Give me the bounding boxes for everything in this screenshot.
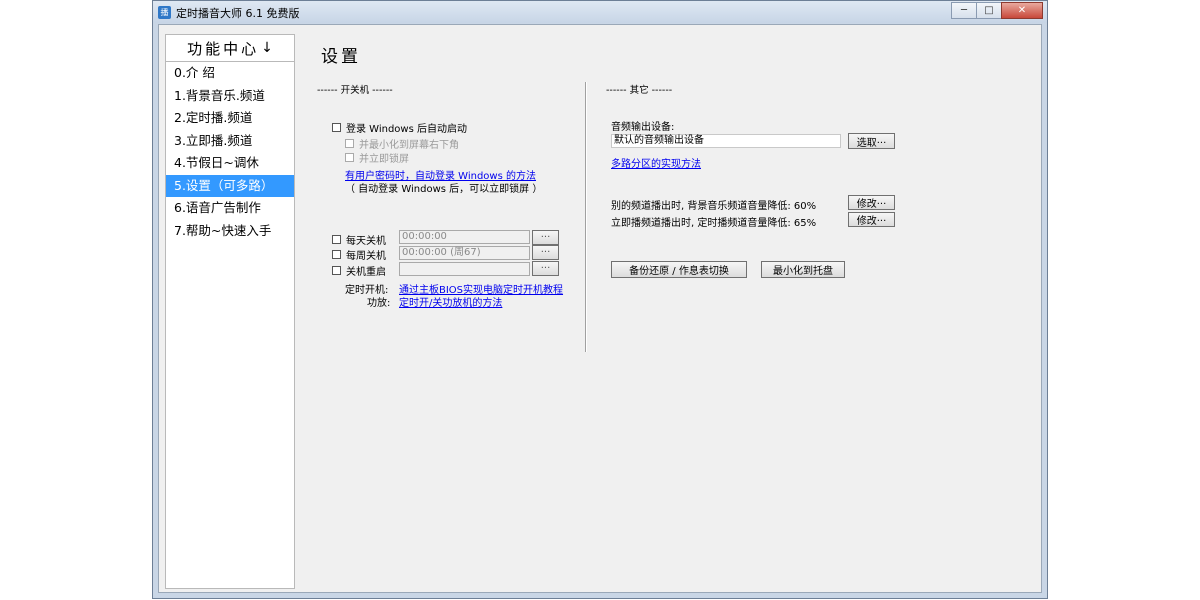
restart-time-field[interactable] xyxy=(399,262,530,276)
sidebar-item-settings[interactable]: 5.设置（可多路） xyxy=(166,174,294,197)
restart-checkbox[interactable]: 关机重启 xyxy=(332,263,386,278)
client-area: 功能中心 ↓ 0.介 绍 1.背景音乐.频道 2.定时播.频道 3.立即播.频道… xyxy=(158,24,1042,593)
title-bar[interactable]: 播 定时播音大师 6.1 免费版 ─ □ ✕ xyxy=(153,1,1047,23)
sidebar-item-timed-play[interactable]: 2.定时播.频道 xyxy=(166,107,294,130)
minimize-tray-checkbox[interactable]: 并最小化到屏幕右下角 xyxy=(345,136,459,151)
daily-shutdown-checkbox[interactable]: 每天关机 xyxy=(332,232,386,247)
sidebar-header-label: 功能中心 xyxy=(187,39,260,58)
section-divider xyxy=(585,82,587,352)
autostart-checkbox[interactable]: 登录 Windows 后自动启动 xyxy=(332,120,467,135)
arrow-down-icon: ↓ xyxy=(261,40,273,56)
restart-label: 关机重启 xyxy=(346,267,386,278)
daily-shutdown-more-button[interactable]: ··· xyxy=(532,230,559,245)
maximize-button[interactable]: □ xyxy=(976,2,1002,19)
sidebar-item-help[interactable]: 7.帮助~快速入手 xyxy=(166,220,294,243)
close-button[interactable]: ✕ xyxy=(1001,2,1043,19)
function-sidebar: 功能中心 ↓ 0.介 绍 1.背景音乐.频道 2.定时播.频道 3.立即播.频道… xyxy=(165,34,295,589)
sidebar-item-instant-play[interactable]: 3.立即播.频道 xyxy=(166,130,294,153)
weekly-shutdown-checkbox[interactable]: 每周关机 xyxy=(332,247,386,262)
page-title: 设置 xyxy=(321,47,361,67)
sidebar-item-holidays[interactable]: 4.节假日~调休 xyxy=(166,152,294,175)
other-channel-volume-text: 别的频道播出时, 背景音乐频道音量降低: 60% xyxy=(611,201,817,212)
select-device-button[interactable]: 选取··· xyxy=(848,133,895,149)
autostart-label: 登录 Windows 后自动启动 xyxy=(346,124,467,135)
audio-output-label: 音频输出设备: xyxy=(611,122,675,133)
checkbox-box[interactable] xyxy=(332,250,341,259)
app-icon: 播 xyxy=(158,6,171,19)
lock-screen-checkbox[interactable]: 并立即锁屏 xyxy=(345,150,409,165)
auto-login-note: （ 自动登录 Windows 后，可以立即锁屏 ） xyxy=(345,184,543,195)
checkbox-box[interactable] xyxy=(332,266,341,275)
sidebar-header[interactable]: 功能中心 ↓ xyxy=(166,35,294,62)
minimize-button[interactable]: ─ xyxy=(951,2,977,19)
sidebar-item-intro[interactable]: 0.介 绍 xyxy=(166,62,294,85)
other-section-caption: ------ 其它 ------ xyxy=(606,85,673,96)
weekly-shutdown-label: 每周关机 xyxy=(346,251,386,262)
backup-restore-button[interactable]: 备份还原 / 作息表切换 xyxy=(611,261,747,278)
daily-shutdown-label: 每天关机 xyxy=(346,236,386,247)
checkbox-box[interactable] xyxy=(345,153,354,162)
checkbox-box[interactable] xyxy=(332,235,341,244)
daily-shutdown-time-field[interactable]: 00:00:00 xyxy=(399,230,530,244)
window-title: 定时播音大师 6.1 免费版 xyxy=(176,7,300,20)
minimize-tray-label: 并最小化到屏幕右下角 xyxy=(359,140,459,151)
minimize-to-tray-button[interactable]: 最小化到托盘 xyxy=(761,261,845,278)
sidebar-list: 0.介 绍 1.背景音乐.频道 2.定时播.频道 3.立即播.频道 4.节假日~… xyxy=(166,62,294,242)
instant-channel-volume-text: 立即播频道播出时, 定时播频道音量降低: 65% xyxy=(611,218,817,229)
power-section-caption: ------ 开关机 ------ xyxy=(317,85,393,96)
window-controls: ─ □ ✕ xyxy=(951,2,1043,19)
modify-other-volume-button[interactable]: 修改··· xyxy=(848,195,895,210)
amp-control-link[interactable]: 定时开/关功放机的方法 xyxy=(399,294,502,309)
checkbox-box[interactable] xyxy=(345,139,354,148)
checkbox-box[interactable] xyxy=(332,123,341,132)
multi-zone-link[interactable]: 多路分区的实现方法 xyxy=(611,155,701,170)
weekly-shutdown-more-button[interactable]: ··· xyxy=(532,245,559,260)
sidebar-item-background-music[interactable]: 1.背景音乐.频道 xyxy=(166,85,294,108)
audio-output-field[interactable]: 默认的音频输出设备 xyxy=(611,134,841,148)
lock-screen-label: 并立即锁屏 xyxy=(359,154,409,165)
modify-instant-volume-button[interactable]: 修改··· xyxy=(848,212,895,227)
sidebar-item-voice-ads[interactable]: 6.语音广告制作 xyxy=(166,197,294,220)
restart-more-button[interactable]: ··· xyxy=(532,261,559,276)
app-window: 播 定时播音大师 6.1 免费版 ─ □ ✕ 功能中心 ↓ 0.介 绍 1.背景… xyxy=(152,0,1048,599)
amp-label: 功放: xyxy=(367,298,391,309)
weekly-shutdown-time-field[interactable]: 00:00:00 (周67) xyxy=(399,246,530,260)
